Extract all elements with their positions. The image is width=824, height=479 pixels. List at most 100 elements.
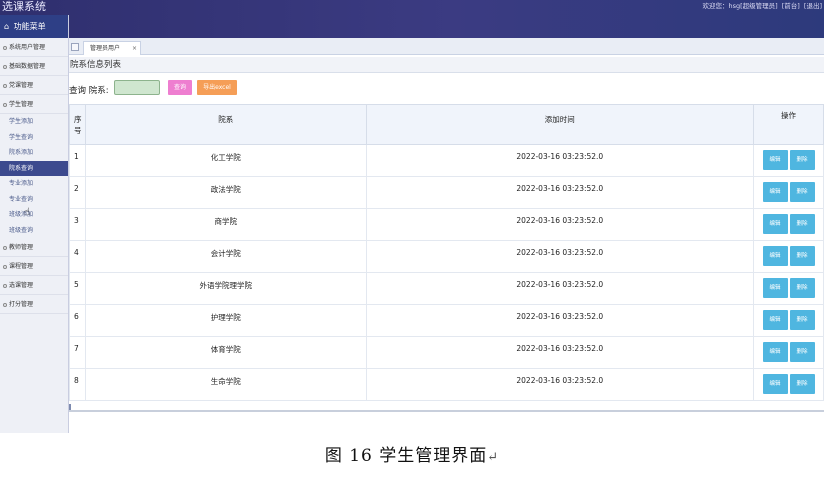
menu-group-icon xyxy=(3,45,7,50)
dept-search-input[interactable] xyxy=(114,80,160,95)
edit-button[interactable]: 编辑 xyxy=(762,246,788,266)
tab-label: 管理员用户 xyxy=(90,45,121,52)
cell-time: 2022-03-16 03:23:52.0 xyxy=(365,176,755,209)
cell-seq: 5 xyxy=(69,272,86,305)
sidebar-group-label: 基础数据管理 xyxy=(9,63,46,70)
table-header-row: 序号 院系 添加时间 操作 xyxy=(69,104,824,145)
sidebar-item[interactable]: 班级查询 xyxy=(0,223,68,239)
cell-ops: 编辑 删除 xyxy=(753,208,824,241)
cell-time: 2022-03-16 03:23:52.0 xyxy=(365,304,755,337)
header-ops: 操作 xyxy=(753,104,824,145)
tab-admin-users[interactable]: 管理员用户 × xyxy=(83,41,141,55)
export-excel-button[interactable]: 导出excel xyxy=(197,80,237,95)
table-bottom-border xyxy=(69,410,824,412)
delete-button[interactable]: 删除 xyxy=(789,342,815,362)
delete-button[interactable]: 删除 xyxy=(789,246,815,266)
sidebar-header: ⌂ 功能菜单 xyxy=(0,15,68,38)
app-title: 选课系统 xyxy=(2,0,46,13)
sidebar-header-label: 功能菜单 xyxy=(13,22,46,31)
edit-button[interactable]: 编辑 xyxy=(762,214,788,234)
cell-ops: 编辑 删除 xyxy=(753,272,824,305)
cell-dept: 化工学院 xyxy=(84,144,367,177)
front-link[interactable]: [前台] xyxy=(782,2,800,10)
cell-time: 2022-03-16 03:23:52.0 xyxy=(365,144,755,177)
menu-group-icon xyxy=(3,283,7,288)
sidebar-item[interactable]: 专业查询 xyxy=(0,192,68,208)
sidebar-group-label: 选课管理 xyxy=(9,282,34,289)
caption-text: 图 16 学生管理界面 xyxy=(324,446,488,466)
sidebar-group-label: 系统用户管理 xyxy=(9,44,46,51)
sidebar-group-label: 党课管理 xyxy=(9,82,34,89)
cell-seq: 8 xyxy=(69,368,86,401)
tab-home-icon[interactable] xyxy=(71,43,79,51)
edit-button[interactable]: 编辑 xyxy=(762,374,788,394)
header-seq: 序号 xyxy=(69,104,86,145)
cell-seq: 1 xyxy=(69,144,86,177)
menu-group-icon xyxy=(3,302,7,307)
sidebar-item[interactable]: 学生添加 xyxy=(0,114,68,130)
delete-button[interactable]: 删除 xyxy=(789,278,815,298)
cell-dept: 商学院 xyxy=(84,208,367,241)
welcome-text: 欢迎您：hsg[超级管理员] xyxy=(702,2,778,10)
sidebar-item[interactable]: 院系添加 xyxy=(0,145,68,161)
logout-link[interactable]: [退出] xyxy=(804,2,822,10)
edit-button[interactable]: 编辑 xyxy=(762,310,788,330)
sidebar-group[interactable]: 系统用户管理 xyxy=(0,38,68,57)
cell-ops: 编辑 删除 xyxy=(753,336,824,369)
sidebar-item[interactable]: 班级添加 xyxy=(0,207,68,223)
cell-dept: 体育学院 xyxy=(84,336,367,369)
edit-button[interactable]: 编辑 xyxy=(762,278,788,298)
sidebar-group[interactable]: 教师管理 xyxy=(0,238,68,257)
cell-seq: 2 xyxy=(69,176,86,209)
table-row: 4 会计学院 2022-03-16 03:23:52.0 编辑 删除 xyxy=(69,240,824,273)
cell-dept: 护理学院 xyxy=(84,304,367,337)
main-content: 管理员用户 × 院系信息列表 查询 院系: 查询 导出excel 序号 院系 添… xyxy=(69,38,824,433)
sidebar-group[interactable]: 党课管理 xyxy=(0,76,68,95)
header-dept: 院系 xyxy=(84,104,367,145)
edit-button[interactable]: 编辑 xyxy=(762,182,788,202)
delete-button[interactable]: 删除 xyxy=(789,310,815,330)
search-label: 查询 院系: xyxy=(69,86,109,96)
sidebar-menu: 系统用户管理 基础数据管理 党课管理学生管理 学生添加 学生查询 院系添加 院系查询 专业添加… xyxy=(0,38,68,314)
cell-ops: 编辑 删除 xyxy=(753,304,824,337)
edit-button[interactable]: 编辑 xyxy=(762,342,788,362)
sidebar: ⌂ 功能菜单 系统用户管理 基础数据管理 党课管理学生管理 学生添加 学生查询 院系添加院… xyxy=(0,15,69,433)
sidebar-item[interactable]: 院系查询 xyxy=(0,160,68,176)
delete-button[interactable]: 删除 xyxy=(789,374,815,394)
return-mark-icon: ↵ xyxy=(487,450,500,465)
home-icon: ⌂ xyxy=(4,22,10,31)
edit-button[interactable]: 编辑 xyxy=(762,150,788,170)
query-button[interactable]: 查询 xyxy=(168,80,192,95)
sidebar-item[interactable]: 专业添加 xyxy=(0,176,68,192)
delete-button[interactable]: 删除 xyxy=(789,150,815,170)
cell-time: 2022-03-16 03:23:52.0 xyxy=(365,368,755,401)
cell-seq: 7 xyxy=(69,336,86,369)
sidebar-group[interactable]: 学生管理 xyxy=(0,95,68,114)
table-row: 2 政法学院 2022-03-16 03:23:52.0 编辑 删除 xyxy=(69,176,824,209)
close-icon[interactable]: × xyxy=(132,42,137,55)
sidebar-group[interactable]: 选课管理 xyxy=(0,276,68,295)
cell-ops: 编辑 删除 xyxy=(753,240,824,273)
delete-button[interactable]: 删除 xyxy=(789,182,815,202)
sidebar-item[interactable]: 学生查询 xyxy=(0,130,68,146)
cell-seq: 6 xyxy=(69,304,86,337)
table-row: 3 商学院 2022-03-16 03:23:52.0 编辑 删除 xyxy=(69,208,824,241)
menu-group-icon xyxy=(3,64,7,69)
menu-group-icon xyxy=(3,83,7,88)
sidebar-group[interactable]: 打分管理 xyxy=(0,295,68,314)
department-table: 序号 院系 添加时间 操作 1 化工学院 2022-03-16 03:23:52.0… xyxy=(69,104,824,401)
sidebar-group-label: 打分管理 xyxy=(9,301,34,308)
cell-ops: 编辑 删除 xyxy=(753,176,824,209)
table-row: 7 体育学院 2022-03-16 03:23:52.0 编辑 删除 xyxy=(69,336,824,369)
menu-group-icon xyxy=(3,102,7,107)
cell-seq: 4 xyxy=(69,240,86,273)
table-row: 6 护理学院 2022-03-16 03:23:52.0 编辑 删除 xyxy=(69,304,824,337)
delete-button[interactable]: 删除 xyxy=(789,214,815,234)
cell-time: 2022-03-16 03:23:52.0 xyxy=(365,336,755,369)
sidebar-group[interactable]: 基础数据管理 xyxy=(0,57,68,76)
user-info: 欢迎您：hsg[超级管理员] [前台] [退出] xyxy=(700,2,822,10)
table-row: 8 生命学院 2022-03-16 03:23:52.0 编辑 删除 xyxy=(69,368,824,401)
sidebar-group[interactable]: 课程管理 xyxy=(0,257,68,276)
top-bar: 选课系统 欢迎您：hsg[超级管理员] [前台] [退出] xyxy=(0,0,824,38)
menu-group-icon xyxy=(3,245,7,250)
